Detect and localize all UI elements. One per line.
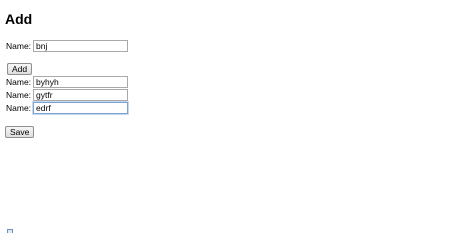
name-input[interactable] [33, 101, 129, 114]
name-row: Name: [6, 101, 129, 114]
name-label: Name: [6, 102, 32, 113]
name-input[interactable] [33, 75, 129, 88]
add-button[interactable]: Add [7, 63, 33, 75]
save-button[interactable]: Save [5, 126, 35, 138]
new-name-row: Name: [6, 39, 129, 52]
page-title: Add [5, 11, 33, 27]
page-icon [7, 229, 13, 233]
name-label: Name: [6, 89, 32, 100]
page: Add Name: Add Name: Name: Name: Save [0, 0, 474, 233]
name-input[interactable] [33, 88, 129, 101]
name-label: Name: [6, 76, 32, 87]
new-name-label: Name: [6, 40, 32, 51]
name-row: Name: [6, 88, 129, 101]
name-row: Name: [6, 75, 129, 88]
new-name-input[interactable] [33, 39, 129, 52]
